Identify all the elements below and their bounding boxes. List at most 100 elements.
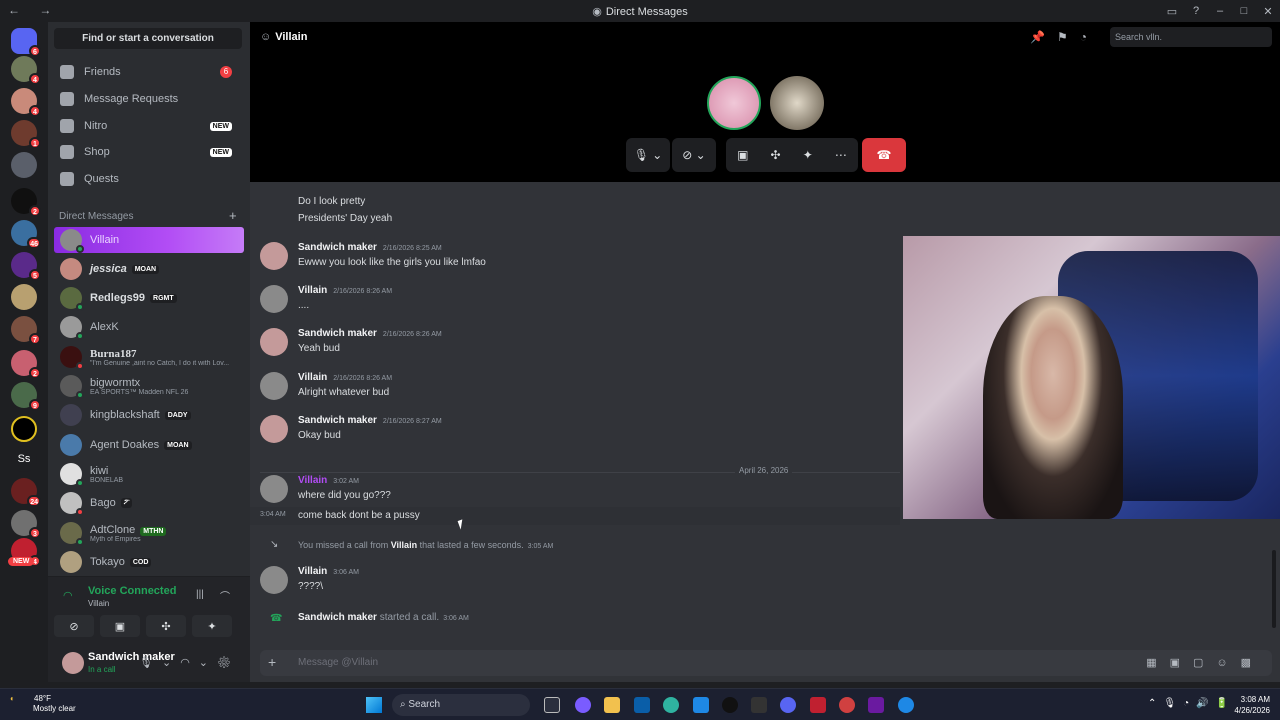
avatar[interactable] (260, 415, 288, 443)
guild-badge: 7 (29, 333, 41, 345)
nav-shop[interactable]: Shop NEW (54, 140, 242, 164)
avatar[interactable] (260, 285, 288, 313)
home-button[interactable]: 6 (11, 28, 41, 57)
discord-taskbar-icon[interactable] (780, 697, 796, 713)
message-input[interactable]: Message @Villain (298, 657, 378, 668)
noise-icon[interactable]: ||| (196, 589, 204, 600)
edge-icon[interactable] (663, 697, 679, 713)
dm-item[interactable]: Redlegs99 RGMT (54, 284, 244, 312)
maximize-button[interactable]: □ (1232, 0, 1256, 22)
camera-button[interactable]: ⊘ ⌄ (672, 138, 716, 172)
avatar[interactable] (260, 328, 288, 356)
app-icon[interactable] (544, 697, 560, 713)
dm-item[interactable]: Villain (54, 227, 244, 253)
screenshare-button[interactable]: ▣ (100, 615, 140, 637)
avatar[interactable] (260, 475, 288, 503)
dm-item[interactable]: bigwormtx EA SPORTS™ Madden NFL 26 (54, 372, 244, 400)
voice-channel[interactable]: Villain (88, 599, 109, 608)
clock[interactable]: 3:08 AM 4/26/2026 (1234, 694, 1270, 716)
video-stream[interactable] (903, 236, 1280, 519)
voice-status[interactable]: Voice Connected (88, 585, 176, 597)
dm-item[interactable]: Agent Doakes MOAN (54, 431, 244, 459)
mic-button[interactable]: 🎙 ⌄ (626, 138, 670, 172)
camera-off-button[interactable]: ⊘ (54, 615, 94, 637)
app-icon[interactable] (751, 697, 767, 713)
server-icon[interactable] (11, 284, 37, 310)
scrollbar[interactable] (1272, 550, 1276, 628)
server-icon[interactable]: 7 (11, 316, 41, 345)
app-icon[interactable] (898, 697, 914, 713)
soundboard-button[interactable]: ✦ (192, 615, 232, 637)
activities-icon[interactable]: ✣ (771, 148, 781, 162)
app-icon[interactable] (722, 697, 738, 713)
signal-icon: ◠ (63, 590, 73, 602)
dm-item[interactable]: jessica MOAN (54, 255, 244, 283)
dm-item[interactable]: kingblackshaft DADY (54, 401, 244, 429)
nav-nitro[interactable]: Nitro NEW (54, 114, 242, 138)
disconnect-icon[interactable]: ⌒ (220, 588, 230, 603)
search-input[interactable]: Search vlln. (1110, 27, 1272, 47)
app-icon[interactable] (839, 697, 855, 713)
dm-item[interactable]: Tokayo COD (54, 548, 244, 576)
call-avatar[interactable] (770, 76, 824, 130)
user-controls[interactable]: 🎙⌄◠⌄⚙ (139, 656, 240, 669)
discord-icon: ◉ (592, 6, 602, 18)
new-badge[interactable]: NEW (8, 557, 35, 566)
minimize-button[interactable]: – (1208, 0, 1232, 22)
call-actions[interactable]: ▣ ✣ ✦ ⋯ (726, 138, 858, 172)
dm-item[interactable]: Bago ፖ (54, 489, 244, 517)
call-avatar[interactable] (707, 76, 761, 130)
taskbar-search[interactable]: ⌕ Search (392, 694, 530, 716)
server-icon[interactable] (11, 416, 37, 442)
avatar[interactable] (260, 566, 288, 594)
find-conversation-button[interactable]: Find or start a conversation (54, 28, 242, 49)
inbox-icon[interactable]: ▭ (1160, 0, 1184, 22)
server-icon[interactable] (11, 152, 37, 178)
server-icon[interactable]: 4 (11, 56, 41, 85)
start-icon[interactable] (366, 697, 382, 713)
server-icon[interactable]: 24 (11, 478, 41, 507)
server-icon[interactable]: 2 (11, 188, 41, 217)
app-icon[interactable] (575, 697, 591, 713)
server-icon[interactable]: Ss (11, 446, 37, 472)
app-icon[interactable] (693, 697, 709, 713)
server-icon[interactable]: 2 (11, 350, 41, 379)
guild-badge: 6 (29, 45, 41, 57)
weather-widget[interactable]: ◐ 48°F Mostly clear (10, 694, 76, 713)
folder-icon[interactable] (604, 697, 620, 713)
avatar (60, 375, 84, 399)
composer-icons[interactable]: ▦▣▢☺▩ (1146, 656, 1264, 669)
dm-item[interactable]: kiwi BONELAB (54, 460, 244, 488)
server-icon[interactable]: 46 (11, 220, 41, 249)
header-icons[interactable]: 📌⚑◔ (1030, 30, 1099, 44)
avatar[interactable] (62, 652, 84, 674)
hangup-button[interactable]: ☎ (862, 138, 906, 172)
more-icon[interactable]: ⋯ (835, 148, 847, 162)
nav-quests[interactable]: Quests (54, 167, 242, 191)
app-icon[interactable] (868, 697, 884, 713)
attach-icon[interactable]: + (268, 654, 276, 670)
dm-item[interactable]: Burna187 "I'm Genuine ,aint no Catch, I d… (54, 343, 244, 371)
create-dm-icon[interactable]: + (229, 208, 237, 223)
avatar[interactable] (260, 372, 288, 400)
server-icon[interactable]: 9 (11, 382, 41, 411)
help-icon[interactable]: ? (1184, 0, 1208, 22)
soundboard-icon[interactable]: ✦ (803, 148, 813, 162)
nav-friends[interactable]: Friends 6 (54, 60, 242, 84)
system-tray[interactable]: ⌃🎙◔🔊🔋 (1148, 698, 1235, 709)
activities-button[interactable]: ✣ (146, 615, 186, 637)
server-icon[interactable]: 3 (11, 510, 41, 539)
nav-message-requests[interactable]: Message Requests (54, 87, 242, 111)
screenshare-icon[interactable]: ▣ (737, 148, 748, 162)
app-icon[interactable] (634, 697, 650, 713)
server-icon[interactable]: 4 (11, 88, 41, 117)
guild-badge: 1 (29, 137, 41, 149)
server-icon[interactable]: 5 (11, 252, 41, 281)
app-icon[interactable] (810, 697, 826, 713)
close-button[interactable]: ✕ (1256, 0, 1280, 22)
dm-item[interactable]: AlexK (54, 313, 244, 341)
server-icon[interactable]: 1 (11, 120, 41, 149)
avatar[interactable] (260, 242, 288, 270)
dm-item[interactable]: AdtClone MTHN Myth of Empires (54, 519, 244, 547)
main-panel: ☺ Villain 📌⚑◔ Search vlln. 🎙 ⌄ ⊘ ⌄ ▣ ✣ ✦ ⋯ ☎… (250, 22, 1280, 682)
